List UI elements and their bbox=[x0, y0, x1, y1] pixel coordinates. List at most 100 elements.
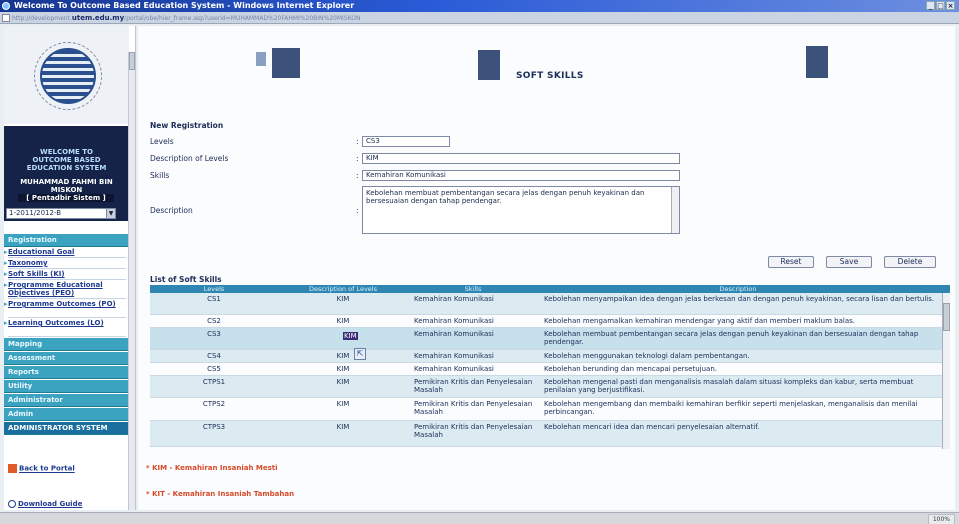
cell-description: Kebolehan mengamalkan kemahiran mendenga… bbox=[544, 317, 855, 325]
cell-skill: Kemahiran Komunikasi bbox=[414, 295, 494, 303]
table-row[interactable]: CTPS1 KIM Pemikiran Kritis dan Penyelesa… bbox=[150, 376, 942, 398]
reset-button[interactable]: Reset bbox=[768, 256, 814, 268]
skills-input[interactable]: Kemahiran Komunikasi bbox=[362, 170, 680, 181]
table-scrollbar[interactable] bbox=[942, 293, 950, 449]
menu-item-taxonomy[interactable]: Taxonomy bbox=[4, 259, 126, 269]
download-guide-link[interactable]: Download Guide bbox=[8, 500, 82, 508]
sidebar: WELCOME TO OUTCOME BASED EDUCATION SYSTE… bbox=[4, 26, 136, 510]
cell-description: Kebolehan mencari idea dan mencari penye… bbox=[544, 423, 760, 431]
semester-select[interactable]: 1-2011/2012-B ▼ bbox=[6, 208, 116, 219]
cell-skill: Kemahiran Komunikasi bbox=[414, 317, 494, 325]
cell-level: CS4 bbox=[207, 352, 221, 360]
portal-icon bbox=[8, 464, 17, 473]
cell-description-of-level: KIM bbox=[336, 400, 350, 408]
list-of-soft-skills-title: List of Soft Skills bbox=[150, 275, 222, 284]
menu-assessment[interactable]: Assessment bbox=[4, 352, 128, 365]
save-button[interactable]: Save bbox=[826, 256, 872, 268]
new-registration-title: New Registration bbox=[150, 121, 224, 130]
browser-window: Welcome To Outcome Based Education Syste… bbox=[0, 0, 959, 524]
window-titlebar: Welcome To Outcome Based Education Syste… bbox=[0, 0, 959, 12]
menu-item-peo[interactable]: Programme Educational Objectives (PEO) bbox=[4, 281, 126, 299]
cell-description: Kebolehan mengenal pasti dan menganalisi… bbox=[544, 378, 914, 394]
user-name: MUHAMMAD FAHMI BIN MISKON bbox=[20, 178, 113, 194]
menu-reports[interactable]: Reports bbox=[4, 366, 128, 379]
logo-emblem bbox=[40, 48, 96, 104]
textarea-scrollbar[interactable] bbox=[671, 187, 679, 233]
cell-skill: Kemahiran Komunikasi bbox=[414, 352, 494, 360]
banner-decor-block bbox=[256, 52, 266, 66]
back-to-portal-link[interactable]: Back to Portal bbox=[8, 464, 75, 473]
cell-skill: Kemahiran Komunikasi bbox=[414, 365, 494, 373]
cell-description-of-level: KIM bbox=[336, 378, 350, 386]
cell-level: CTPS3 bbox=[202, 423, 226, 431]
main-content: SOFT SKILLS New Registration Levels : CS… bbox=[138, 26, 955, 510]
back-to-portal-label: Back to Portal bbox=[19, 464, 75, 473]
menu-item-lo[interactable]: Learning Outcomes (LO) bbox=[4, 319, 126, 337]
address-bar[interactable]: http://development.utem.edu.my/portal/ob… bbox=[0, 12, 959, 24]
menu-admin[interactable]: Admin bbox=[4, 408, 128, 421]
cell-description-of-level: KIM bbox=[336, 423, 350, 431]
cell-description-of-level: KIM bbox=[336, 295, 350, 303]
status-bar: 100% bbox=[0, 512, 959, 524]
scroll-thumb[interactable] bbox=[943, 303, 950, 331]
cell-description-of-level: KIM bbox=[336, 365, 350, 373]
cell-description: Kebolehan mengembang dan membaiki kemahi… bbox=[544, 400, 918, 416]
table-row[interactable]: CTPS2 KIM Pemikiran Kritis dan Penyelesa… bbox=[150, 398, 942, 421]
zoom-level[interactable]: 100% bbox=[927, 514, 955, 524]
cell-level: CS3 bbox=[207, 330, 221, 338]
table-row[interactable]: CS4 KIM Kemahiran Komunikasi Kebolehan m… bbox=[150, 350, 942, 363]
cell-skill: Pemikiran Kritis dan Penyelesaian Masala… bbox=[414, 378, 533, 394]
column-header-levels[interactable]: Levels bbox=[150, 285, 278, 293]
legend-kim: * KIM - Kemahiran Insaniah Mesti bbox=[146, 464, 278, 472]
window-title: Welcome To Outcome Based Education Syste… bbox=[14, 1, 355, 10]
levels-label: Levels bbox=[150, 137, 174, 146]
column-header-skills[interactable]: Skills bbox=[408, 285, 538, 293]
selected-text-highlight: KIM bbox=[343, 332, 358, 340]
menu-registration[interactable]: Registration bbox=[4, 234, 128, 247]
description-of-levels-input[interactable]: KIM bbox=[362, 153, 680, 164]
menu-item-educational-goal[interactable]: Educational Goal bbox=[4, 248, 126, 258]
download-guide-label: Download Guide bbox=[18, 500, 83, 508]
table-row-selected[interactable]: CS3 KIM Kemahiran Komunikasi Kebolehan m… bbox=[150, 328, 942, 350]
cell-level: CS5 bbox=[207, 365, 221, 373]
cursor-icon: ⇱ bbox=[354, 348, 366, 360]
column-header-description-of-levels[interactable]: Description of Levels bbox=[278, 285, 408, 293]
table-row[interactable]: CS2 KIM Kemahiran Komunikasi Kebolehan m… bbox=[150, 315, 942, 328]
menu-utility[interactable]: Utility bbox=[4, 380, 128, 393]
chevron-down-icon[interactable]: ▼ bbox=[106, 209, 115, 218]
levels-colon: : bbox=[356, 137, 359, 146]
table-row[interactable]: CTPS3 KIM Pemikiran Kritis dan Penyelesa… bbox=[150, 421, 942, 447]
cell-level: CTPS1 bbox=[202, 378, 226, 386]
table-row[interactable]: CS1 KIM Kemahiran Komunikasi Kebolehan m… bbox=[150, 293, 942, 315]
description-colon: : bbox=[356, 206, 359, 215]
levels-input[interactable]: CS3 bbox=[362, 136, 450, 147]
welcome-text: WELCOME TO OUTCOME BASED EDUCATION SYSTE… bbox=[26, 148, 107, 172]
minimize-button[interactable]: _ bbox=[926, 1, 935, 10]
page-icon bbox=[2, 14, 10, 22]
menu-administrator[interactable]: Administrator bbox=[4, 394, 128, 407]
menu-item-po[interactable]: Programme Outcomes (PO) bbox=[4, 300, 126, 318]
scroll-thumb[interactable] bbox=[129, 52, 135, 70]
menu-mapping[interactable]: Mapping bbox=[4, 338, 128, 351]
address-domain: utem.edu.my bbox=[71, 14, 125, 22]
skills-label: Skills bbox=[150, 171, 170, 180]
menu-administrator-system[interactable]: ADMINISTRATOR SYSTEM bbox=[4, 422, 128, 435]
download-icon bbox=[8, 500, 16, 508]
cell-description: Kebolehan menyampaikan idea dengan jelas… bbox=[544, 295, 935, 303]
column-header-description[interactable]: Description bbox=[538, 285, 938, 293]
semester-value: 1-2011/2012-B bbox=[9, 209, 62, 217]
cell-level: CTPS2 bbox=[202, 400, 226, 408]
close-button[interactable]: × bbox=[946, 1, 955, 10]
skills-colon: : bbox=[356, 171, 359, 180]
page-title: SOFT SKILLS bbox=[516, 71, 584, 81]
sidebar-vertical-scrollbar[interactable] bbox=[128, 52, 135, 510]
legend-kit: * KIT - Kemahiran Insaniah Tambahan bbox=[146, 490, 295, 498]
table-row[interactable]: CS5 KIM Kemahiran Komunikasi Kebolehan b… bbox=[150, 363, 942, 376]
menu-item-soft-skills[interactable]: Soft Skills (KI) bbox=[4, 270, 126, 280]
cell-description: Kebolehan berunding dan mencapai persetu… bbox=[544, 365, 718, 373]
delete-button[interactable]: Delete bbox=[884, 256, 936, 268]
description-textarea[interactable]: Kebolehan membuat pembentangan secara je… bbox=[362, 186, 680, 234]
table-header: Levels Description of Levels Skills Desc… bbox=[150, 285, 950, 293]
maximize-button[interactable]: □ bbox=[936, 1, 945, 10]
cell-description: Kebolehan membuat pembentangan secara je… bbox=[544, 330, 919, 346]
